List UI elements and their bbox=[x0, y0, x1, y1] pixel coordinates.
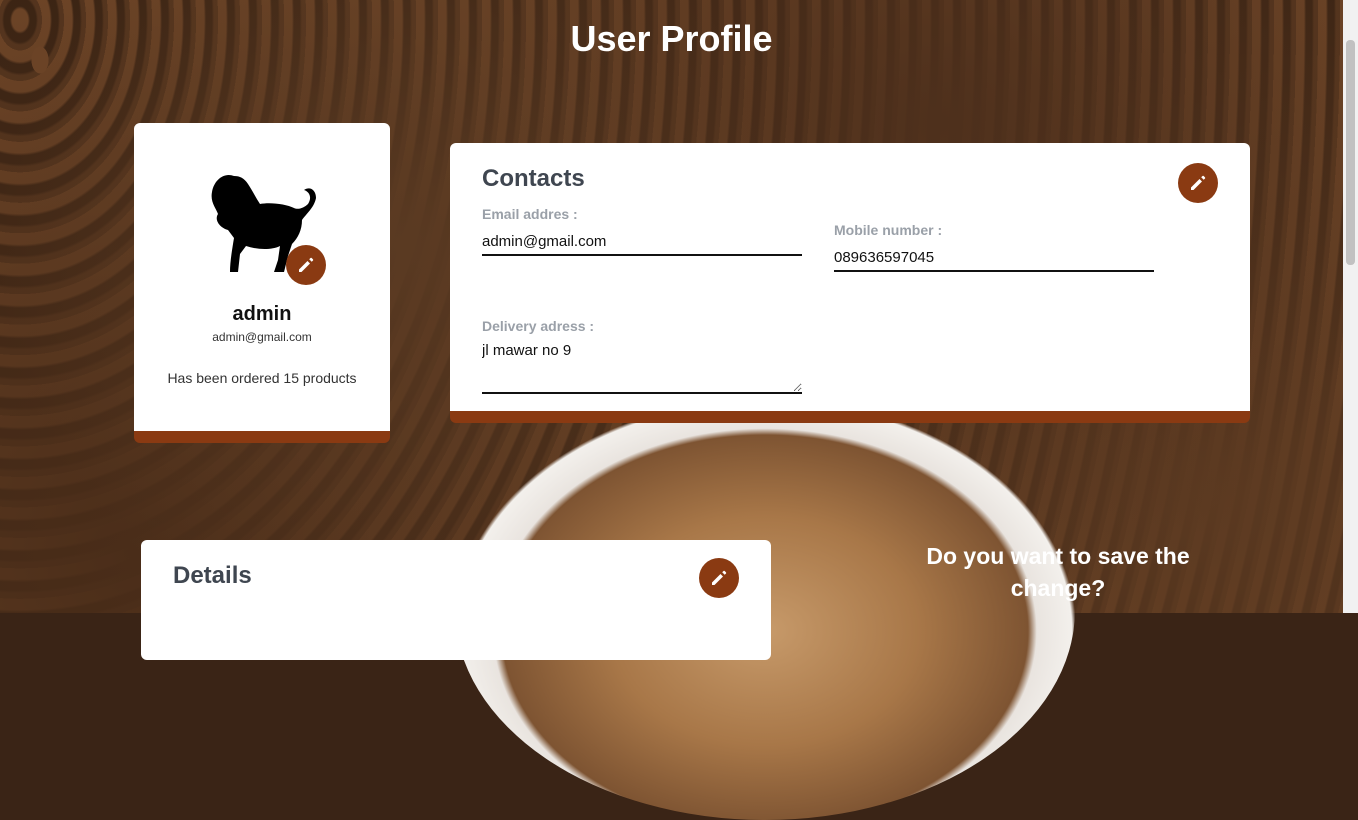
profile-username: admin bbox=[232, 303, 292, 325]
email-label: Email addres : bbox=[482, 206, 578, 222]
order-count-text: Has been ordered 15 products bbox=[167, 370, 357, 386]
details-title: Details bbox=[173, 562, 252, 589]
contacts-card: Contacts Email addres : Mobile number : … bbox=[450, 143, 1250, 423]
edit-avatar-button[interactable] bbox=[286, 245, 326, 285]
details-card: Details bbox=[141, 540, 771, 660]
profile-card: admin admin@gmail.com Has been ordered 1… bbox=[134, 123, 390, 443]
page-title: User Profile bbox=[570, 18, 773, 59]
edit-contacts-button[interactable] bbox=[1178, 163, 1218, 203]
email-field[interactable] bbox=[482, 233, 802, 256]
pencil-icon bbox=[299, 257, 314, 272]
pencil-icon bbox=[712, 570, 727, 585]
scrollbar-thumb[interactable] bbox=[1346, 40, 1355, 265]
edit-details-button[interactable] bbox=[699, 558, 739, 598]
contacts-title: Contacts bbox=[482, 165, 585, 192]
pencil-icon bbox=[1191, 175, 1206, 190]
delivery-address-field[interactable]: jl mawar no 9 bbox=[482, 342, 802, 394]
mobile-label: Mobile number : bbox=[834, 222, 943, 238]
delivery-label: Delivery adress : bbox=[482, 318, 595, 334]
mobile-field[interactable] bbox=[834, 249, 1154, 272]
profile-email: admin@gmail.com bbox=[212, 330, 312, 344]
save-change-prompt: Do you want to save the change? bbox=[926, 543, 1190, 601]
page-scrollbar[interactable] bbox=[1343, 0, 1358, 613]
